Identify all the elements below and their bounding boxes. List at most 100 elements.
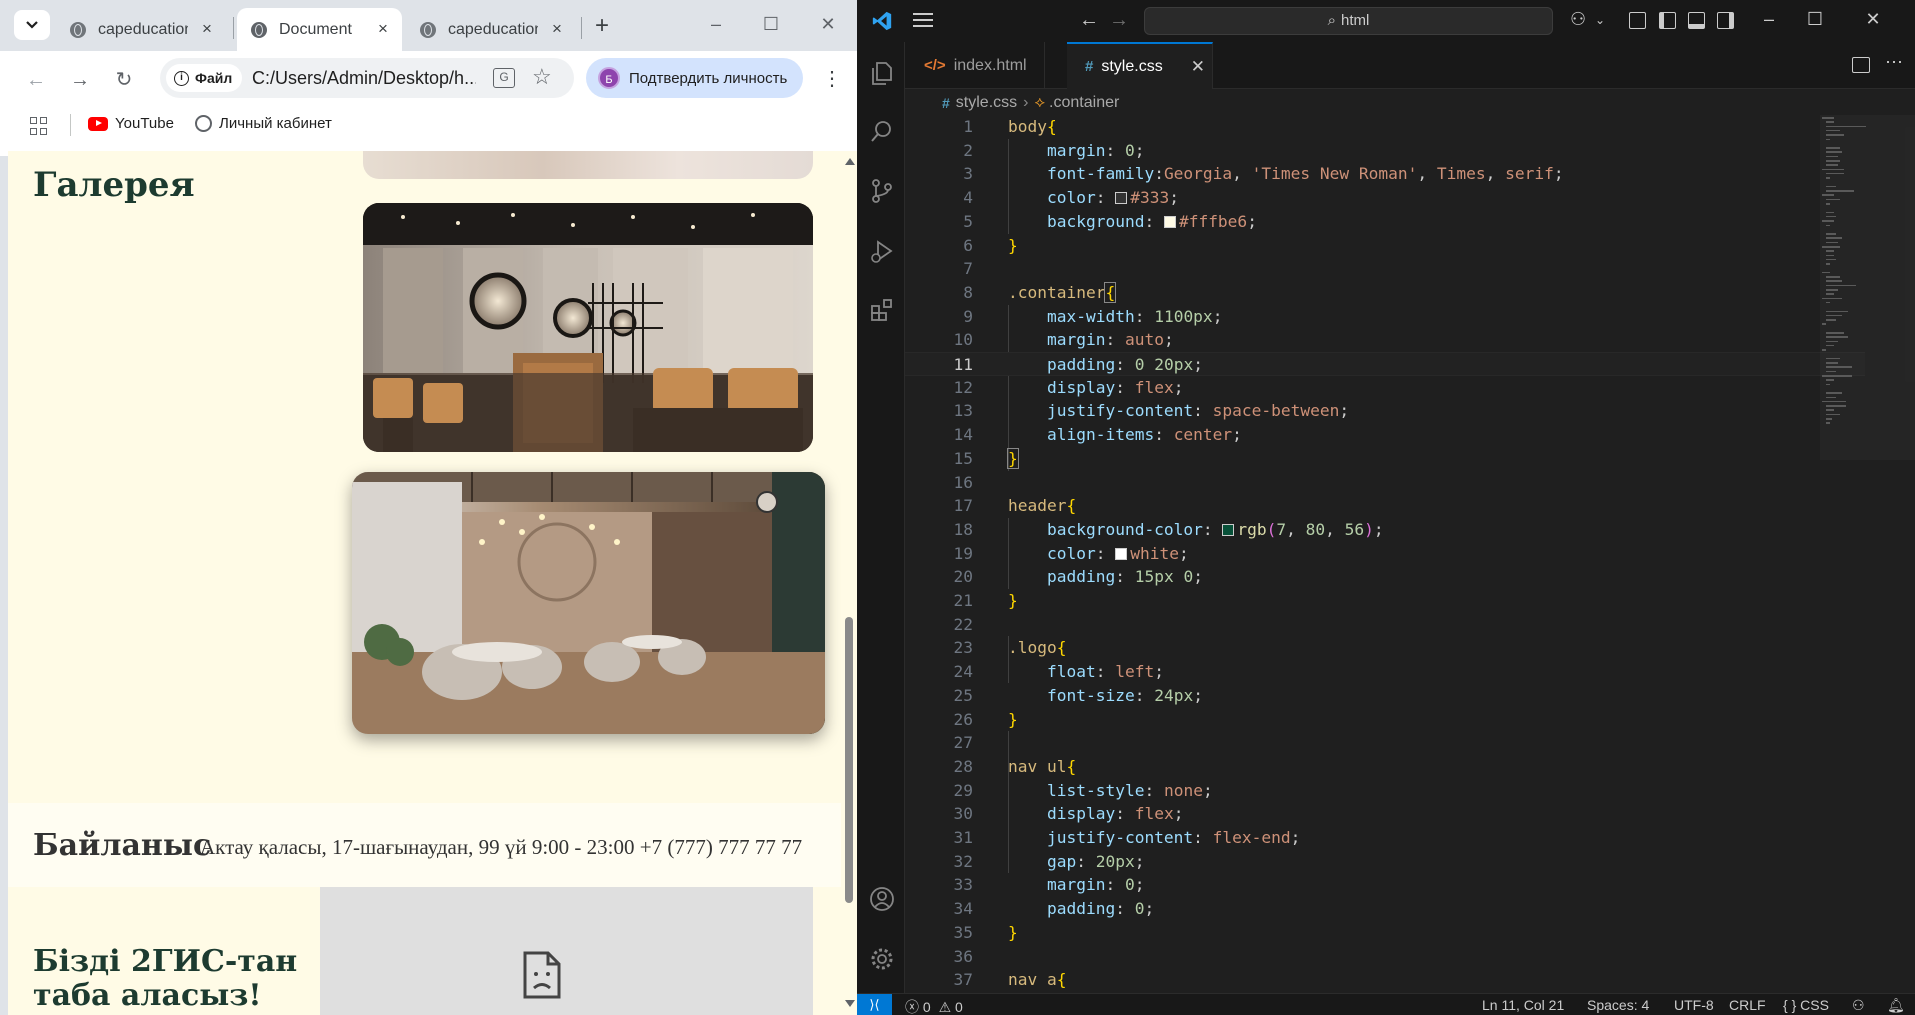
css-icon: #: [1085, 58, 1094, 75]
indentation[interactable]: Spaces: 4: [1587, 997, 1649, 1013]
editor-tabs: [905, 42, 1915, 89]
account-icon[interactable]: [869, 886, 895, 912]
avatar: Б: [598, 67, 620, 89]
braces-icon: { }: [1783, 997, 1797, 1013]
minimap-line: [1826, 362, 1838, 364]
settings-gear-icon[interactable]: [869, 946, 895, 972]
toggle-sidebar-icon[interactable]: [1659, 12, 1676, 29]
menu-icon[interactable]: [913, 13, 933, 29]
bookmark-star-icon[interactable]: ☆: [532, 64, 552, 90]
minimap-line: [1826, 250, 1834, 252]
maximize-button[interactable]: ☐: [759, 12, 783, 36]
minimap-line: [1826, 370, 1836, 373]
minimap-line: [1826, 258, 1836, 261]
info-icon: i: [174, 70, 189, 86]
forward-button[interactable]: →: [66, 66, 94, 94]
chevron-down-icon[interactable]: ⌄: [1595, 13, 1605, 27]
tab-label: capeducation: [448, 20, 538, 38]
browser-tab-3[interactable]: capeducation ×: [406, 8, 576, 51]
toggle-panel-icon[interactable]: [1688, 12, 1705, 29]
bookmark-cabinet[interactable]: Личный кабинет: [195, 115, 332, 132]
translate-icon[interactable]: G: [493, 68, 515, 88]
minimap-line: [1826, 129, 1840, 132]
command-center-search[interactable]: ⌕ html: [1144, 7, 1553, 35]
source-control-icon[interactable]: [869, 178, 895, 204]
reload-button[interactable]: ↻: [110, 66, 138, 94]
split-editor-icon[interactable]: [1852, 57, 1870, 73]
code-line: 6}: [963, 235, 1018, 255]
close-window-button[interactable]: ✕: [816, 12, 840, 36]
code-line: 22: [953, 614, 974, 634]
minimap-line: [1826, 177, 1830, 179]
close-icon[interactable]: ✕: [1191, 57, 1205, 77]
search-text: html: [1341, 12, 1370, 29]
code-line: 36: [953, 946, 974, 966]
minimap-line: [1826, 379, 1834, 381]
tab-index-html[interactable]: </> index.html: [906, 42, 1045, 89]
site-info-chip[interactable]: i Файл: [166, 64, 243, 92]
breadcrumb-file[interactable]: style.css: [956, 94, 1017, 112]
minimap-line: [1826, 332, 1844, 334]
copilot-icon[interactable]: ⚇: [1570, 9, 1586, 30]
minimap-line: [1826, 336, 1848, 338]
language-mode[interactable]: { } CSS: [1783, 997, 1829, 1013]
url-text[interactable]: C:/Users/Admin/Desktop/h...: [252, 68, 476, 89]
nav-back-icon[interactable]: ←: [1079, 9, 1099, 32]
search-icon[interactable]: [869, 118, 895, 144]
code-editor[interactable]: 1 body{ 2 margin: 0; 3 font-family:Georgi…: [905, 115, 1915, 999]
scroll-down-arrow[interactable]: [845, 1000, 855, 1007]
minimap[interactable]: [1820, 115, 1915, 460]
cursor-position[interactable]: Ln 11, Col 21: [1482, 997, 1564, 1013]
nav-forward-icon[interactable]: →: [1109, 9, 1129, 32]
tab-style-css[interactable]: # style.css ✕: [1067, 42, 1213, 89]
color-swatch[interactable]: [1163, 215, 1176, 228]
problems-indicator[interactable]: ⓧ 0 ⚠ 0: [905, 997, 963, 1015]
color-swatch[interactable]: [1222, 523, 1235, 536]
verify-label: Подтвердить личность: [629, 69, 788, 87]
bookmark-divider: [70, 114, 71, 136]
extensions-icon[interactable]: [869, 297, 895, 323]
copilot-status-icon[interactable]: ⚇: [1852, 997, 1865, 1014]
bookmark-youtube[interactable]: YouTube: [88, 115, 174, 132]
menu-kebab-icon[interactable]: ⋮: [822, 66, 842, 92]
scroll-up-arrow[interactable]: [845, 158, 855, 165]
tab-search-button[interactable]: [14, 10, 50, 40]
more-actions-icon[interactable]: ⋯: [1885, 52, 1903, 73]
scroll-thumb[interactable]: [845, 617, 853, 903]
color-swatch[interactable]: [1115, 192, 1128, 205]
code-line: 34 padding: 0;: [953, 899, 1155, 919]
tab-label: Document: [279, 20, 352, 38]
close-icon[interactable]: ×: [548, 20, 566, 38]
customize-layout-icon[interactable]: [1629, 12, 1646, 29]
new-tab-button[interactable]: +: [588, 12, 616, 40]
minimize-button[interactable]: –: [704, 12, 728, 36]
line-ending[interactable]: CRLF: [1729, 997, 1766, 1013]
encoding[interactable]: UTF-8: [1674, 997, 1714, 1013]
tab-divider: [581, 17, 582, 39]
minimize-button[interactable]: –: [1757, 9, 1781, 30]
code-line: 37 nav a{: [953, 970, 1067, 990]
verify-identity-button[interactable]: Б Подтвердить личность: [586, 58, 803, 98]
explorer-icon[interactable]: [869, 60, 895, 86]
color-swatch[interactable]: [1115, 547, 1128, 560]
breadcrumb-symbol[interactable]: .container: [1049, 94, 1119, 112]
notifications-bell-icon[interactable]: 🔔︎: [1887, 997, 1905, 1014]
apps-grid-icon[interactable]: [30, 117, 48, 135]
remote-icon[interactable]: ⟩⟨: [857, 994, 892, 1015]
back-button[interactable]: ←: [22, 66, 50, 94]
map-embed[interactable]: [320, 887, 813, 1015]
toggle-secondary-sidebar-icon[interactable]: [1717, 12, 1734, 29]
minimap-line: [1826, 293, 1834, 295]
close-icon[interactable]: ×: [198, 20, 216, 38]
code-line: 28 nav ul{: [953, 756, 1077, 776]
code-line-current: 11 padding: 0 20px;: [905, 352, 1865, 376]
close-window-button[interactable]: ✕: [1861, 9, 1885, 30]
close-icon[interactable]: ×: [374, 20, 392, 38]
browser-tab-1[interactable]: capeducation ×: [56, 8, 226, 51]
run-debug-icon[interactable]: [869, 238, 895, 264]
minimap-line: [1826, 215, 1836, 218]
cabinet-icon: [195, 115, 212, 132]
minimap-line: [1826, 413, 1840, 416]
browser-tab-2[interactable]: Document ×: [237, 8, 402, 51]
maximize-button[interactable]: ☐: [1803, 9, 1827, 30]
